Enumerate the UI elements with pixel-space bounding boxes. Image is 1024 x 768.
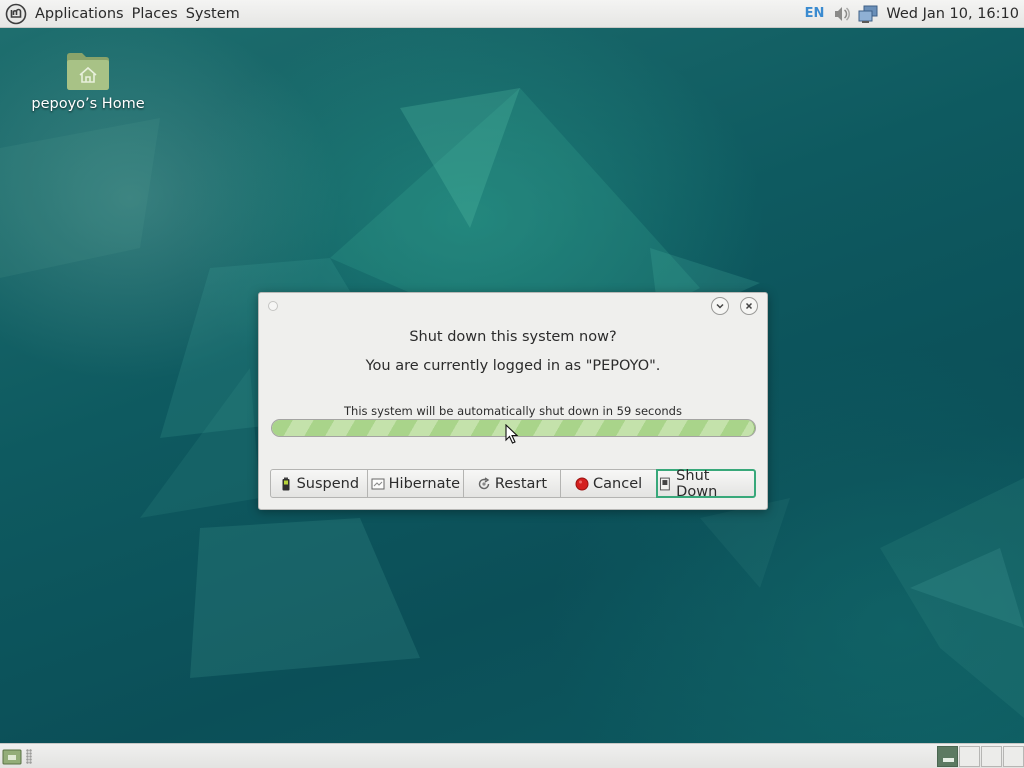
panel-drag-handle[interactable] bbox=[26, 749, 32, 764]
chevron-down-icon bbox=[716, 303, 724, 309]
volume-icon[interactable] bbox=[832, 4, 852, 24]
cancel-button[interactable]: Cancel bbox=[559, 469, 658, 498]
cancel-label: Cancel bbox=[593, 475, 643, 492]
hibernate-label: Hibernate bbox=[388, 475, 461, 492]
home-folder-icon bbox=[67, 53, 109, 90]
places-menu[interactable]: Places bbox=[128, 0, 182, 28]
applications-menu[interactable]: Applications bbox=[31, 0, 128, 28]
show-desktop-icon[interactable] bbox=[2, 747, 22, 766]
desktop-icon-home[interactable]: pepoyo’s Home bbox=[28, 50, 148, 112]
workspace-3[interactable] bbox=[981, 746, 1002, 767]
top-panel: Applications Places System EN Wed Jan 10… bbox=[0, 0, 1024, 28]
workspace-1[interactable] bbox=[937, 746, 958, 767]
mouse-cursor-icon bbox=[505, 424, 519, 444]
shutdown-icon bbox=[660, 477, 671, 490]
cancel-red-dot-icon bbox=[575, 477, 589, 490]
action-buttons: Suspend Hibernate Restart Cancel Shut Do… bbox=[270, 467, 756, 500]
logged-in-text: You are currently logged in as "PEPOYO". bbox=[365, 358, 661, 374]
system-menu[interactable]: System bbox=[182, 0, 244, 28]
window-menu-dot[interactable] bbox=[268, 301, 278, 311]
close-icon bbox=[745, 302, 753, 310]
restart-button[interactable]: Restart bbox=[463, 469, 561, 498]
keyboard-layout-indicator[interactable]: EN bbox=[805, 6, 825, 21]
hibernate-button[interactable]: Hibernate bbox=[366, 469, 465, 498]
countdown-text: This system will be automatically shut d… bbox=[344, 404, 682, 418]
clock[interactable]: Wed Jan 10, 16:10 bbox=[886, 6, 1019, 22]
bottom-panel bbox=[0, 743, 1024, 768]
desktop-icon-label: pepoyo’s Home bbox=[31, 96, 145, 112]
panel-tray: EN Wed Jan 10, 16:10 bbox=[805, 0, 1024, 28]
workspace-4[interactable] bbox=[1003, 746, 1024, 767]
restart-icon bbox=[478, 476, 490, 489]
close-button[interactable] bbox=[740, 297, 758, 315]
dialog-question: Shut down this system now? bbox=[409, 329, 617, 345]
mint-menu-icon[interactable] bbox=[5, 3, 27, 25]
workspace-2[interactable] bbox=[959, 746, 980, 767]
suspend-label: Suspend bbox=[296, 475, 360, 492]
network-icon[interactable] bbox=[858, 4, 878, 24]
suspend-button[interactable]: Suspend bbox=[270, 469, 368, 498]
shutdown-dialog: Shut down this system now? You are curre… bbox=[258, 292, 768, 510]
restart-label: Restart bbox=[494, 475, 548, 492]
suspend-battery-icon bbox=[282, 477, 290, 490]
shut-down-label: Shut Down bbox=[676, 467, 718, 500]
hibernate-icon bbox=[371, 478, 385, 489]
shut-down-button[interactable]: Shut Down bbox=[656, 467, 756, 500]
minimize-button[interactable] bbox=[711, 297, 729, 315]
